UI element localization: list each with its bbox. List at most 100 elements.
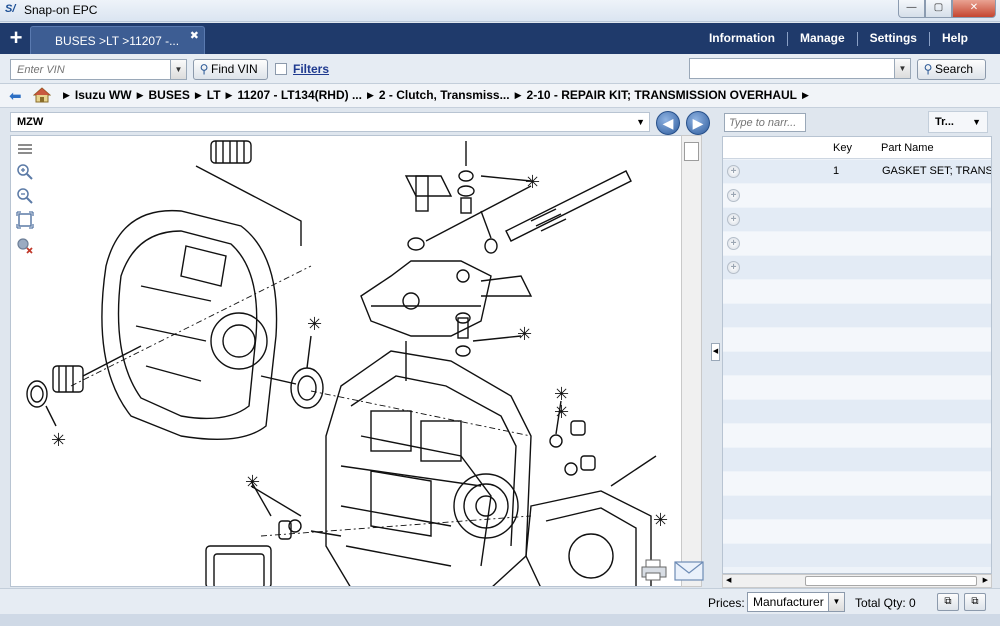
- popout-button[interactable]: ⧉: [964, 593, 986, 611]
- next-diagram-button[interactable]: ▶: [686, 111, 710, 135]
- chevron-down-icon[interactable]: ▼: [894, 59, 910, 78]
- panel-splitter[interactable]: [708, 135, 720, 587]
- maximize-button[interactable]: ▢: [925, 0, 952, 18]
- parts-list-header: Key Part Name: [723, 137, 991, 159]
- reset-zoom-icon[interactable]: [16, 237, 34, 255]
- table-row-empty: [723, 544, 991, 567]
- table-row[interactable]: +: [723, 184, 991, 207]
- search-input[interactable]: [690, 59, 894, 78]
- scrollbar-thumb[interactable]: [805, 576, 977, 586]
- close-window-button[interactable]: ✕: [952, 0, 996, 18]
- menu-help[interactable]: Help: [930, 31, 980, 46]
- breadcrumb-arrow-icon: ▶: [366, 90, 374, 100]
- tab-current-catalog[interactable]: BUSES >LT >11207 -... ✖: [30, 26, 205, 54]
- add-to-cart-icon[interactable]: +: [727, 189, 740, 202]
- model-dropdown[interactable]: MZW ▼: [10, 112, 650, 132]
- vin-combobox[interactable]: ▼: [10, 59, 187, 80]
- menu-information[interactable]: Information: [697, 31, 787, 46]
- narrow-filter-input[interactable]: [725, 114, 805, 131]
- find-vin-label: Find VIN: [211, 62, 258, 76]
- top-menu: Information Manage Settings Help: [697, 31, 980, 46]
- chevron-down-icon[interactable]: ▼: [972, 117, 981, 127]
- breadcrumb-item[interactable]: LT: [207, 88, 221, 102]
- svg-text:✳: ✳: [653, 510, 668, 531]
- printer-icon[interactable]: [640, 558, 668, 582]
- top-navbar: + BUSES >LT >11207 -... ✖ Information Ma…: [0, 23, 1000, 54]
- menu-manage[interactable]: Manage: [788, 31, 857, 46]
- search-icon: ⚲: [923, 62, 933, 76]
- menu-lines-icon[interactable]: [16, 140, 34, 158]
- zoom-out-icon[interactable]: [16, 187, 34, 205]
- svg-text:✳: ✳: [554, 402, 569, 423]
- window-controls: — ▢ ✕: [898, 0, 996, 18]
- search-combobox[interactable]: ▼: [689, 58, 911, 79]
- search-icon: ⚲: [199, 62, 209, 76]
- column-header-part-name[interactable]: Part Name: [881, 142, 934, 154]
- chevron-down-icon[interactable]: ▼: [170, 60, 186, 79]
- restore-view-button[interactable]: ⧉: [937, 593, 959, 611]
- table-row-empty: [723, 280, 991, 303]
- table-row[interactable]: +: [723, 232, 991, 255]
- menu-settings[interactable]: Settings: [858, 31, 929, 46]
- breadcrumb-item[interactable]: 11207 - LT134(RHD) ...: [237, 88, 362, 102]
- table-row-empty: [723, 352, 991, 375]
- breadcrumb-item[interactable]: Isuzu WW: [75, 88, 132, 102]
- add-to-cart-icon[interactable]: +: [727, 213, 740, 226]
- scrollbar-thumb[interactable]: [684, 142, 699, 161]
- home-icon[interactable]: [33, 87, 51, 103]
- parts-list: Key Part Name + 1 GASKET SET; TRANS ( + …: [722, 136, 992, 574]
- svg-text:✳: ✳: [525, 172, 540, 193]
- vin-input[interactable]: [11, 60, 171, 79]
- add-to-cart-icon[interactable]: +: [727, 165, 740, 178]
- parts-horizontal-scrollbar[interactable]: ◀ ▶: [722, 574, 992, 588]
- parts-diagram[interactable]: ✳ ✳ ✳ ✳ ✳ ✳ ✳ ✳: [10, 135, 692, 587]
- back-arrow-icon[interactable]: ⬅: [9, 87, 22, 105]
- svg-text:✳: ✳: [307, 314, 322, 335]
- breadcrumb-item[interactable]: 2 - Clutch, Transmiss...: [379, 88, 510, 102]
- collapse-panel-icon[interactable]: ◀: [711, 343, 720, 361]
- diagram-vertical-scrollbar[interactable]: [681, 135, 702, 587]
- zoom-in-icon[interactable]: [16, 163, 34, 181]
- fit-to-window-icon[interactable]: [16, 211, 34, 229]
- svg-text:✳: ✳: [51, 430, 66, 451]
- find-vin-button[interactable]: ⚲ Find VIN: [193, 59, 268, 80]
- tr-dropdown-label: Tr...: [935, 116, 954, 128]
- window-titlebar: S/ Snap-on EPC — ▢ ✕: [0, 0, 1000, 22]
- table-row-empty: [723, 400, 991, 423]
- column-header-key[interactable]: Key: [833, 142, 852, 154]
- tab-close-icon[interactable]: ✖: [190, 29, 199, 42]
- chevron-down-icon[interactable]: ▼: [828, 593, 844, 611]
- cell-part-name: GASKET SET; TRANS (: [882, 165, 992, 177]
- prices-dropdown[interactable]: Manufacturer ▼: [747, 592, 845, 612]
- tab-label: BUSES >LT >11207 -...: [55, 34, 180, 48]
- add-to-cart-icon[interactable]: +: [727, 261, 740, 274]
- model-label: MZW: [17, 116, 44, 128]
- exploded-transmission-drawing: ✳ ✳ ✳ ✳ ✳ ✳ ✳ ✳: [26, 140, 668, 586]
- search-button[interactable]: ⚲ Search: [917, 59, 986, 80]
- filters-link[interactable]: Filters: [293, 62, 329, 76]
- add-to-cart-icon[interactable]: +: [727, 237, 740, 250]
- breadcrumb-arrow-icon: ▶: [194, 90, 202, 100]
- scroll-right-icon[interactable]: ▶: [983, 576, 988, 584]
- breadcrumb-arrow-icon: ▶: [514, 90, 522, 100]
- breadcrumb: ⬅ ▶ Isuzu WW ▶ BUSES ▶ LT ▶ 11207 - LT13…: [0, 84, 1000, 108]
- table-row-empty: [723, 472, 991, 495]
- breadcrumb-trail: ▶ Isuzu WW ▶ BUSES ▶ LT ▶ 11207 - LT134(…: [58, 88, 814, 102]
- table-row-empty: [723, 304, 991, 327]
- narrow-filter-field[interactable]: [724, 113, 806, 132]
- previous-diagram-button[interactable]: ◀: [656, 111, 680, 135]
- table-row[interactable]: +: [723, 256, 991, 279]
- breadcrumb-item[interactable]: BUSES: [149, 88, 190, 102]
- table-row[interactable]: + 1 GASKET SET; TRANS (: [723, 160, 992, 183]
- table-row[interactable]: +: [723, 208, 991, 231]
- scroll-left-icon[interactable]: ◀: [726, 576, 731, 584]
- filters-checkbox[interactable]: [275, 63, 287, 75]
- email-icon[interactable]: [674, 560, 704, 582]
- breadcrumb-item[interactable]: 2-10 - REPAIR KIT; TRANSMISSION OVERHAUL: [527, 88, 797, 102]
- tr-dropdown[interactable]: Tr... ▼: [928, 111, 988, 133]
- chevron-down-icon[interactable]: ▼: [636, 117, 645, 127]
- minimize-button[interactable]: —: [898, 0, 925, 18]
- new-tab-button[interactable]: +: [6, 27, 26, 49]
- table-row-empty: [723, 448, 991, 471]
- breadcrumb-arrow-icon: ▶: [136, 90, 144, 100]
